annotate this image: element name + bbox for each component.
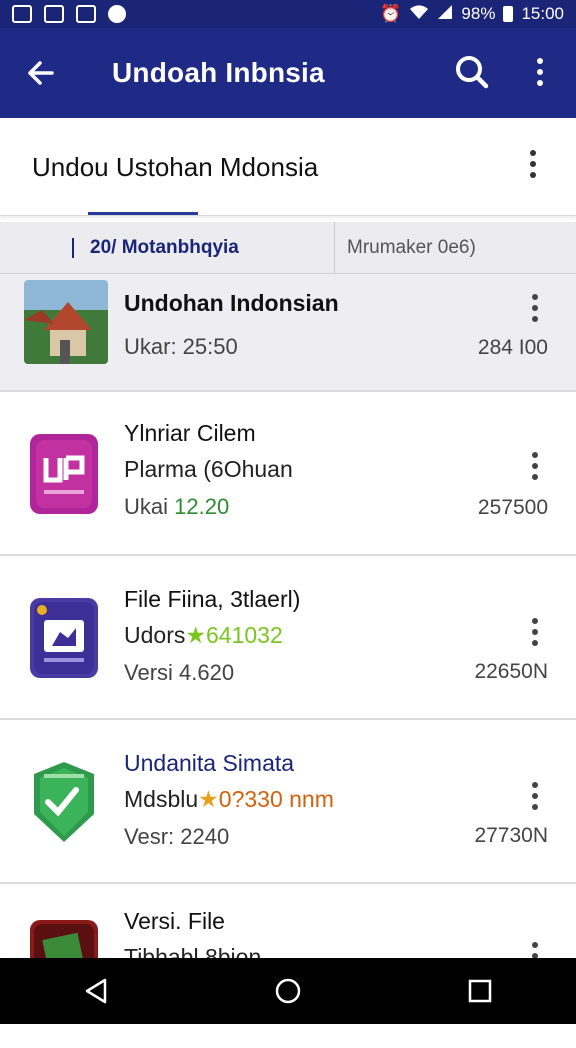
item-subtitle: Udors★641032 xyxy=(124,622,283,649)
header-card: Undou Ustohan Mdonsia xyxy=(0,118,576,216)
header-underline xyxy=(88,212,198,215)
back-button[interactable] xyxy=(0,59,80,87)
back-arrow-icon xyxy=(28,61,54,85)
item-subtitle-label: Mdsblu xyxy=(124,786,199,812)
search-button[interactable] xyxy=(452,52,492,92)
app-bar: Undoah Inbnsia xyxy=(0,28,576,118)
item-version-label: Ukai xyxy=(124,494,169,519)
tab-indicator xyxy=(72,237,74,258)
notification-icon xyxy=(12,5,32,23)
tab-label: Mrumaker 0e6) xyxy=(347,236,476,258)
item-version: Versi 4.620 xyxy=(124,660,235,685)
section-title: Undou Ustohan Mdonsia xyxy=(32,152,319,182)
nav-recents-button[interactable] xyxy=(450,961,510,1021)
list-item[interactable]: Undohan Indonsian Ukar: 25:50 284 I00 xyxy=(0,274,576,392)
item-size: 257500 xyxy=(477,496,548,519)
list-item[interactable]: File Fiina, 3tlaerl) Udors★641032 Versi … xyxy=(0,556,576,720)
more-vert-icon xyxy=(532,452,538,458)
gallery-icon xyxy=(44,5,64,23)
more-vert-icon xyxy=(530,150,536,156)
app-icon xyxy=(30,598,98,678)
star-icon: ★ xyxy=(198,786,219,812)
item-version: Vesr: 2240 xyxy=(124,824,230,849)
item-subtitle: Mdsblu★0?330 nnm xyxy=(124,786,334,813)
more-vert-icon xyxy=(532,618,538,624)
item-title: File Fiina, 3tlaerl) xyxy=(124,586,301,612)
wifi-icon xyxy=(409,4,429,25)
item-version: Ukar: 25:50 xyxy=(124,334,238,359)
triangle-back-icon xyxy=(85,978,107,1004)
item-subtitle: Plarma (6Ohuan xyxy=(124,456,293,482)
item-menu-button[interactable] xyxy=(532,618,538,646)
item-version-value: 12.20 xyxy=(174,494,230,519)
item-version: Ukai 12.20 xyxy=(124,494,229,520)
item-title: Undohan Indonsian xyxy=(124,290,339,316)
signal-icon xyxy=(437,4,453,25)
tab-primary[interactable]: 20/ Motanbhqyia xyxy=(0,222,335,273)
item-title: Ylnriar Cilem xyxy=(124,420,256,446)
item-menu-button[interactable] xyxy=(532,782,538,810)
search-icon xyxy=(456,56,489,89)
item-subtitle-label: Udors xyxy=(124,622,186,648)
overflow-menu-button[interactable] xyxy=(528,54,552,90)
battery-icon xyxy=(503,6,514,22)
app-notification-icon xyxy=(108,5,126,23)
nav-home-button[interactable] xyxy=(258,961,318,1021)
tab-bar: 20/ Motanbhqyia Mrumaker 0e6) xyxy=(0,222,576,274)
system-nav-bar xyxy=(0,958,576,1024)
more-vert-icon xyxy=(532,942,538,948)
page-title: Undoah Inbnsia xyxy=(112,57,325,88)
header-menu-button[interactable] xyxy=(530,150,536,178)
item-size: 284 I00 xyxy=(477,336,548,359)
app-list: Undohan Indonsian Ukar: 25:50 284 I00 Yl… xyxy=(0,274,576,1048)
app-icon xyxy=(30,434,98,514)
item-rating: 0?330 nnm xyxy=(218,786,334,812)
more-vert-icon xyxy=(537,58,543,64)
home-circle-icon xyxy=(275,978,301,1004)
clock: 15:00 xyxy=(521,4,564,23)
more-vert-icon xyxy=(532,782,538,788)
square-recents-icon xyxy=(468,979,492,1003)
item-title: Undanita Simata xyxy=(124,750,295,776)
tab-label: 20/ Motanbhqyia xyxy=(90,236,239,258)
nav-back-button[interactable] xyxy=(66,961,126,1021)
star-icon: ★ xyxy=(185,622,206,648)
alarm-icon: ⏰ xyxy=(380,4,402,23)
more-vert-icon xyxy=(532,294,538,300)
item-menu-button[interactable] xyxy=(532,452,538,480)
item-size: 22650N xyxy=(474,660,548,683)
thumbnail-image xyxy=(24,280,108,364)
app-icon xyxy=(30,760,98,842)
battery-text: 98% xyxy=(461,4,496,23)
list-item[interactable]: Ylnriar Cilem Plarma (6Ohuan Ukai 12.20 … xyxy=(0,392,576,556)
item-menu-button[interactable] xyxy=(532,294,538,322)
tab-secondary[interactable]: Mrumaker 0e6) xyxy=(335,222,476,273)
status-bar: ⏰ 98% 15:00 xyxy=(0,0,576,28)
mail-icon xyxy=(76,5,96,23)
item-title: Versi. File xyxy=(124,908,225,934)
list-item[interactable]: Undanita Simata Mdsblu★0?330 nnm Vesr: 2… xyxy=(0,720,576,884)
item-size: 27730N xyxy=(474,824,548,847)
item-rating: 641032 xyxy=(205,622,283,648)
